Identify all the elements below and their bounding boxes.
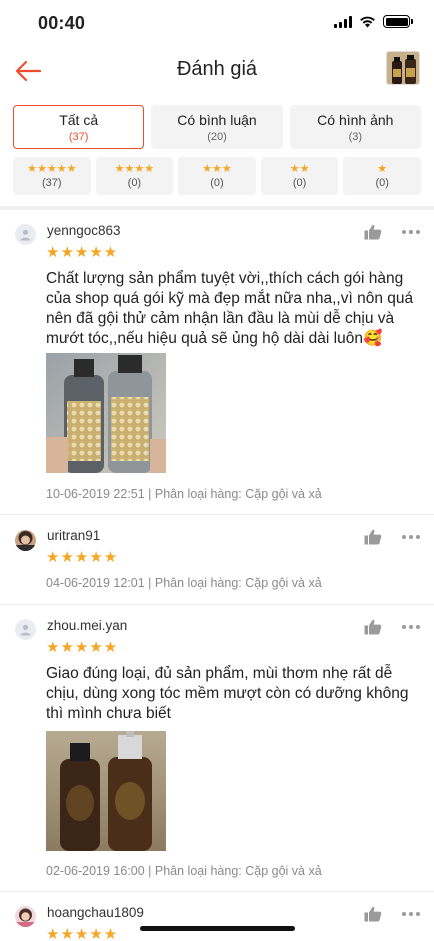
star-icons: ★★ (289, 163, 310, 175)
avatar[interactable] (15, 224, 36, 245)
review-username: hoangchau1809 (47, 905, 144, 920)
wifi-icon (360, 16, 375, 27)
review-rating: ★★★★★ (46, 550, 118, 565)
review-username: uritran91 (47, 528, 101, 543)
thumbs-up-icon[interactable] (364, 529, 382, 545)
avatar-image (15, 906, 36, 927)
filter-with-image[interactable]: Có hình ảnh (3) (289, 105, 421, 149)
filter-label: Tất cả (59, 111, 99, 128)
filter-label: Có hình ảnh (317, 111, 394, 128)
star-filter-3[interactable]: ★★★ (0) (178, 157, 256, 195)
review-image (46, 353, 166, 473)
filter-with-comment[interactable]: Có bình luận (20) (151, 105, 283, 149)
filter-all[interactable]: Tất cả (37) (13, 105, 145, 149)
star-filter-2[interactable]: ★★ (0) (260, 157, 339, 195)
avatar[interactable] (15, 530, 36, 551)
review-rating: ★★★★★ (46, 640, 118, 655)
star-icons: ★ (377, 163, 388, 175)
filter-count: (37) (68, 130, 89, 143)
star-icons: ★★★★ (114, 163, 155, 175)
more-options-icon[interactable] (402, 911, 420, 917)
rating-stars: ★★★★★ (46, 549, 119, 566)
status-icons (334, 15, 413, 28)
thumbs-up-icon[interactable] (364, 224, 382, 240)
review-photo[interactable] (46, 353, 166, 473)
avatar[interactable] (15, 619, 36, 640)
review-meta: 02-06-2019 16:00 | Phân loại hàng: Cặp g… (46, 864, 322, 878)
review-comment: Giao đúng loại, đủ sản phẩm, mùi thơm nh… (46, 665, 409, 722)
thumbs-up-icon[interactable] (364, 906, 382, 922)
review-filter-tabs: Tất cả (37) Có bình luận (20) Có hình ản… (13, 105, 421, 149)
avatar-image (15, 530, 36, 551)
star-icons: ★★★★★ (27, 163, 77, 175)
star-filter-count: (0) (375, 177, 389, 189)
rating-stars: ★★★★★ (46, 926, 119, 941)
user-icon (20, 229, 31, 241)
product-image (387, 52, 419, 84)
star-filter-5[interactable]: ★★★★★ (37) (13, 157, 91, 195)
review-item: zhou.mei.yan ★★★★★ Giao đúng loại, đủ sả… (0, 605, 434, 892)
filter-label: Có bình luận (177, 111, 257, 128)
review-rating: ★★★★★ (46, 245, 118, 260)
rating-stars: ★★★★★ (46, 244, 119, 261)
star-icons: ★★★ (202, 163, 232, 175)
avatar[interactable] (15, 906, 36, 927)
star-filter-count: (0) (127, 177, 142, 189)
battery-icon (383, 15, 413, 28)
review-photo[interactable] (46, 731, 166, 851)
home-indicator[interactable] (140, 926, 295, 931)
signal-icon (334, 15, 352, 28)
review-image (46, 731, 166, 851)
user-icon (20, 624, 31, 636)
review-username: yenngoc863 (47, 223, 121, 238)
header: Đánh giá (0, 46, 434, 96)
rating-stars: ★★★★★ (46, 639, 119, 656)
star-filter-count: (0) (210, 177, 224, 189)
star-filter-row: ★★★★★ (37) ★★★★ (0) ★★★ (0) ★★ (0) ★ (0) (13, 157, 421, 195)
more-options-icon[interactable] (402, 229, 420, 235)
status-bar: 00:40 (0, 0, 434, 46)
review-username: zhou.mei.yan (47, 618, 128, 633)
review-meta: 10-06-2019 22:51 | Phân loại hàng: Cặp g… (46, 487, 322, 501)
star-filter-count: (37) (42, 177, 62, 189)
star-filter-count: (0) (292, 177, 307, 189)
thumbs-up-icon[interactable] (364, 619, 382, 635)
more-options-icon[interactable] (402, 534, 420, 540)
more-options-icon[interactable] (402, 624, 420, 630)
review-item: yenngoc863 ★★★★★ Chất lượng sản phẩm tuy… (0, 210, 434, 515)
filter-count: (3) (348, 130, 363, 143)
review-comment: Chất lượng sản phẩm tuyệt vời,,thích các… (46, 270, 414, 347)
status-time: 00:40 (38, 13, 86, 33)
star-filter-1[interactable]: ★ (0) (343, 157, 421, 195)
review-item: uritran91 ★★★★★ 04-06-2019 12:01 | Phân … (0, 515, 434, 605)
review-meta: 04-06-2019 12:01 | Phân loại hàng: Cặp g… (46, 576, 322, 590)
filter-count: (20) (207, 130, 227, 143)
star-filter-4[interactable]: ★★★★ (0) (95, 157, 174, 195)
product-thumbnail[interactable] (386, 51, 420, 85)
review-rating: ★★★★★ (46, 927, 118, 941)
page-title: Đánh giá (176, 58, 258, 80)
review-item: hoangchau1809 ★★★★★ (0, 892, 434, 941)
